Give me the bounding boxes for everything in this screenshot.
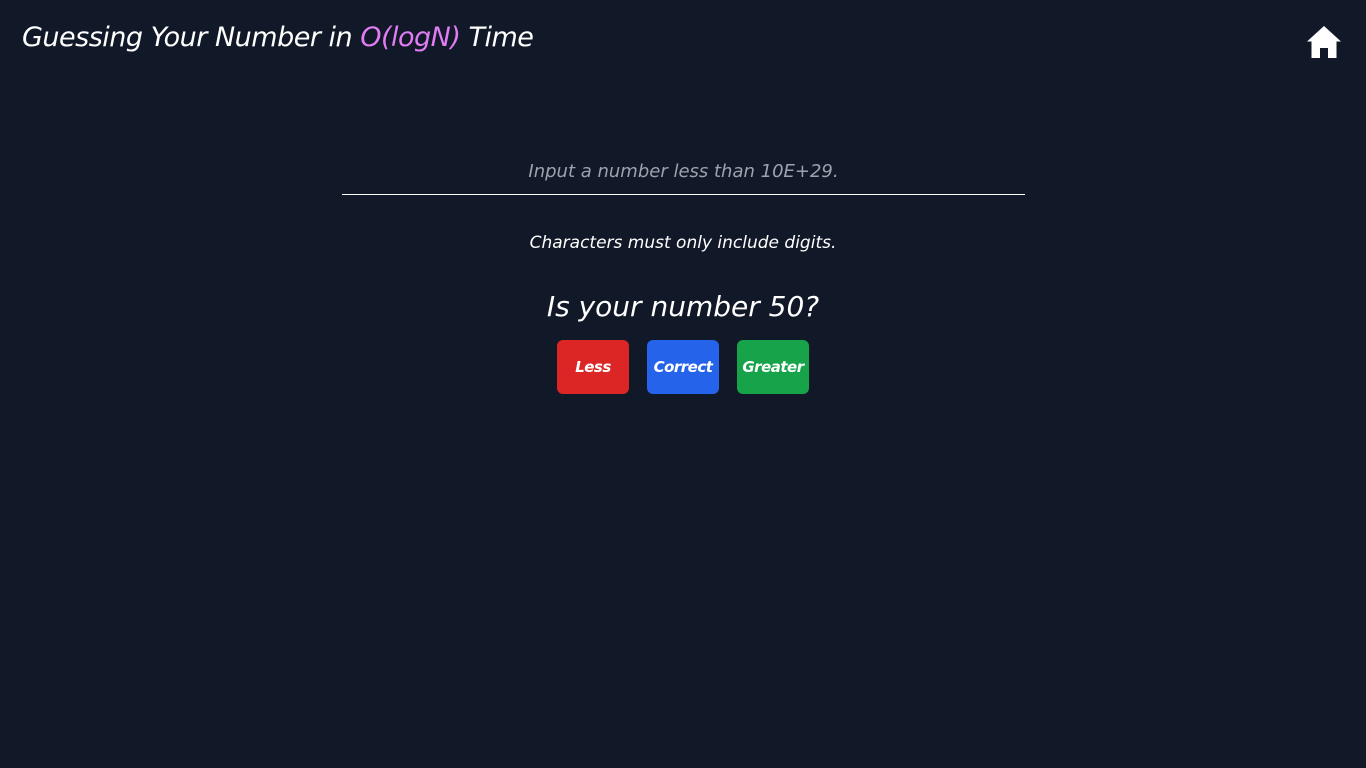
home-button[interactable] bbox=[1305, 23, 1343, 61]
guess-question: Is your number 50? bbox=[546, 290, 820, 323]
title-prefix: Guessing Your Number in bbox=[22, 22, 361, 53]
greater-button[interactable]: Greater bbox=[737, 340, 809, 394]
title-suffix: Time bbox=[460, 22, 534, 53]
less-button[interactable]: Less bbox=[557, 340, 629, 394]
title-accent: O(logN) bbox=[360, 22, 461, 53]
number-input[interactable] bbox=[342, 148, 1025, 195]
home-icon bbox=[1307, 26, 1341, 58]
page: Guessing Your Number in O(logN) Time Cha… bbox=[0, 0, 1366, 768]
correct-button[interactable]: Correct bbox=[647, 340, 719, 394]
page-title: Guessing Your Number in O(logN) Time bbox=[22, 18, 534, 58]
helper-text: Characters must only include digits. bbox=[529, 233, 837, 253]
